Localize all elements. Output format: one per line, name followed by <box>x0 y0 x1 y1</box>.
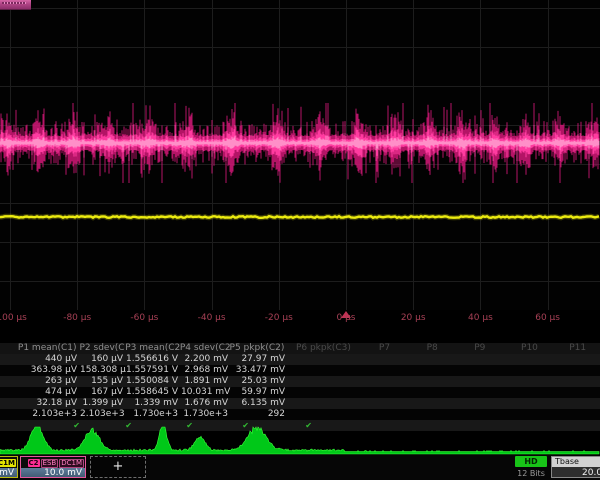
measure-cell: 440 µV <box>0 354 80 365</box>
axis-tick-label: 20 µs <box>401 313 426 323</box>
c2-coupling-badge: DC1M <box>59 459 84 468</box>
measure-cell: 1.676 mV <box>181 398 231 409</box>
measure-cell: 2.200 mV <box>181 354 231 365</box>
measure-cell: 1.550084 V <box>126 376 181 387</box>
measure-cell: 363.98 µV <box>0 365 80 376</box>
hd-mode-badge[interactable]: HD <box>515 456 547 467</box>
measure-col-header[interactable]: P8 <box>408 343 456 354</box>
timebase-title: Tbase <box>552 457 600 467</box>
channel-c2-descriptor[interactable]: C2 ESB DC1M 10.0 mV <box>20 456 86 478</box>
measure-cell: 1.557591 V <box>126 365 181 376</box>
c1-trace <box>0 216 599 218</box>
hd-bits-label: 12 Bits <box>513 469 549 478</box>
c2-scale-value: 10.0 mV <box>21 468 85 478</box>
channel-c1-descriptor[interactable]: DC1M 10.0 mV <box>0 456 18 478</box>
measure-col-header[interactable]: P10 <box>504 343 556 354</box>
axis-tick-label: -40 µs <box>198 313 226 323</box>
measure-cell: 292 <box>231 409 288 420</box>
measurement-table: P1 mean(C1)P2 sdev(C1)P3 mean(C2)P4 sdev… <box>0 343 600 431</box>
measure-cell: 155 µV <box>80 376 126 387</box>
measure-cell: 474 µV <box>0 387 80 398</box>
measure-cell: 1.730e+3 <box>181 409 231 420</box>
axis-tick-label: -20 µs <box>265 313 293 323</box>
measure-col-header[interactable]: P7 <box>361 343 409 354</box>
measurement-histogram <box>0 427 599 454</box>
axis-tick-label: 0 µs <box>336 313 355 323</box>
waveform-grid <box>0 0 600 310</box>
cropped-corner-badge <box>0 0 31 10</box>
measure-col-header[interactable]: P6 pkpk(C3) <box>286 343 360 354</box>
measure-col-header[interactable]: P3 mean(C2) <box>125 343 180 354</box>
c2-eres-badge: ESB <box>41 459 59 468</box>
measure-cell: 263 µV <box>0 376 80 387</box>
measure-cell: 2.103e+3 <box>0 409 80 420</box>
measure-cell: 2.103e+3 <box>80 409 126 420</box>
timebase-value: 20.0 µs <box>582 468 600 478</box>
axis-tick-label: -60 µs <box>130 313 158 323</box>
measure-col-header[interactable]: P9 <box>456 343 504 354</box>
c1-scale-value: 10.0 mV <box>0 468 17 478</box>
measure-cell: 10.031 mV <box>181 387 231 398</box>
measure-cell: 1.891 mV <box>181 376 231 387</box>
measure-cell: 158.308 µV <box>80 365 126 376</box>
timebase-descriptor[interactable]: Tbase 20.0 µs <box>551 456 600 478</box>
histogram-strip <box>0 426 600 456</box>
measure-cell: 33.477 mV <box>231 365 288 376</box>
time-axis: -100 µs -80 µs -60 µs -40 µs -20 µs 0 µs 20 µs… <box>0 310 600 326</box>
measure-cell: 27.97 mV <box>231 354 288 365</box>
measure-col-header[interactable]: P4 sdev(C2) <box>180 343 230 354</box>
measure-cell: 32.18 µV <box>0 398 80 409</box>
measure-cell: 1.339 mV <box>126 398 181 409</box>
histogram-trace <box>0 426 600 456</box>
oscilloscope-screen: -100 µs -80 µs -60 µs -40 µs -20 µs 0 µs 20 µs… <box>0 0 600 480</box>
c2-label-badge: C2 <box>28 459 40 467</box>
measure-cell: 167 µV <box>80 387 126 398</box>
axis-tick-label: -80 µs <box>63 313 91 323</box>
measure-cell: 2.968 mV <box>181 365 231 376</box>
axis-tick-label: 40 µs <box>468 313 493 323</box>
measure-cell: 6.135 mV <box>231 398 288 409</box>
axis-tick-label: -100 µs <box>0 313 27 323</box>
axis-tick-label: 60 µs <box>535 313 560 323</box>
measure-col-header[interactable]: P11 <box>555 343 600 354</box>
measure-cell: 1.558645 V <box>126 387 181 398</box>
measure-cell: 1.730e+3 <box>126 409 181 420</box>
add-trace-button[interactable]: + <box>90 456 146 478</box>
measure-col-header[interactable]: P5 pkpk(C2) <box>230 343 287 354</box>
waveform-traces <box>0 0 600 310</box>
measure-col-header[interactable]: P1 mean(C1) <box>0 343 79 354</box>
measure-cell: 160 µV <box>80 354 126 365</box>
bottom-toolbar: DC1M 10.0 mV C2 ESB DC1M 10.0 mV + HD 12… <box>0 455 600 480</box>
measure-cell: 25.03 mV <box>231 376 288 387</box>
measure-cell: 1.556616 V <box>126 354 181 365</box>
c1-coupling-badge: DC1M <box>0 459 16 467</box>
measure-cell: 59.97 mV <box>231 387 288 398</box>
measure-cell: 1.399 µV <box>80 398 126 409</box>
measure-col-header[interactable]: P2 sdev(C1) <box>79 343 125 354</box>
